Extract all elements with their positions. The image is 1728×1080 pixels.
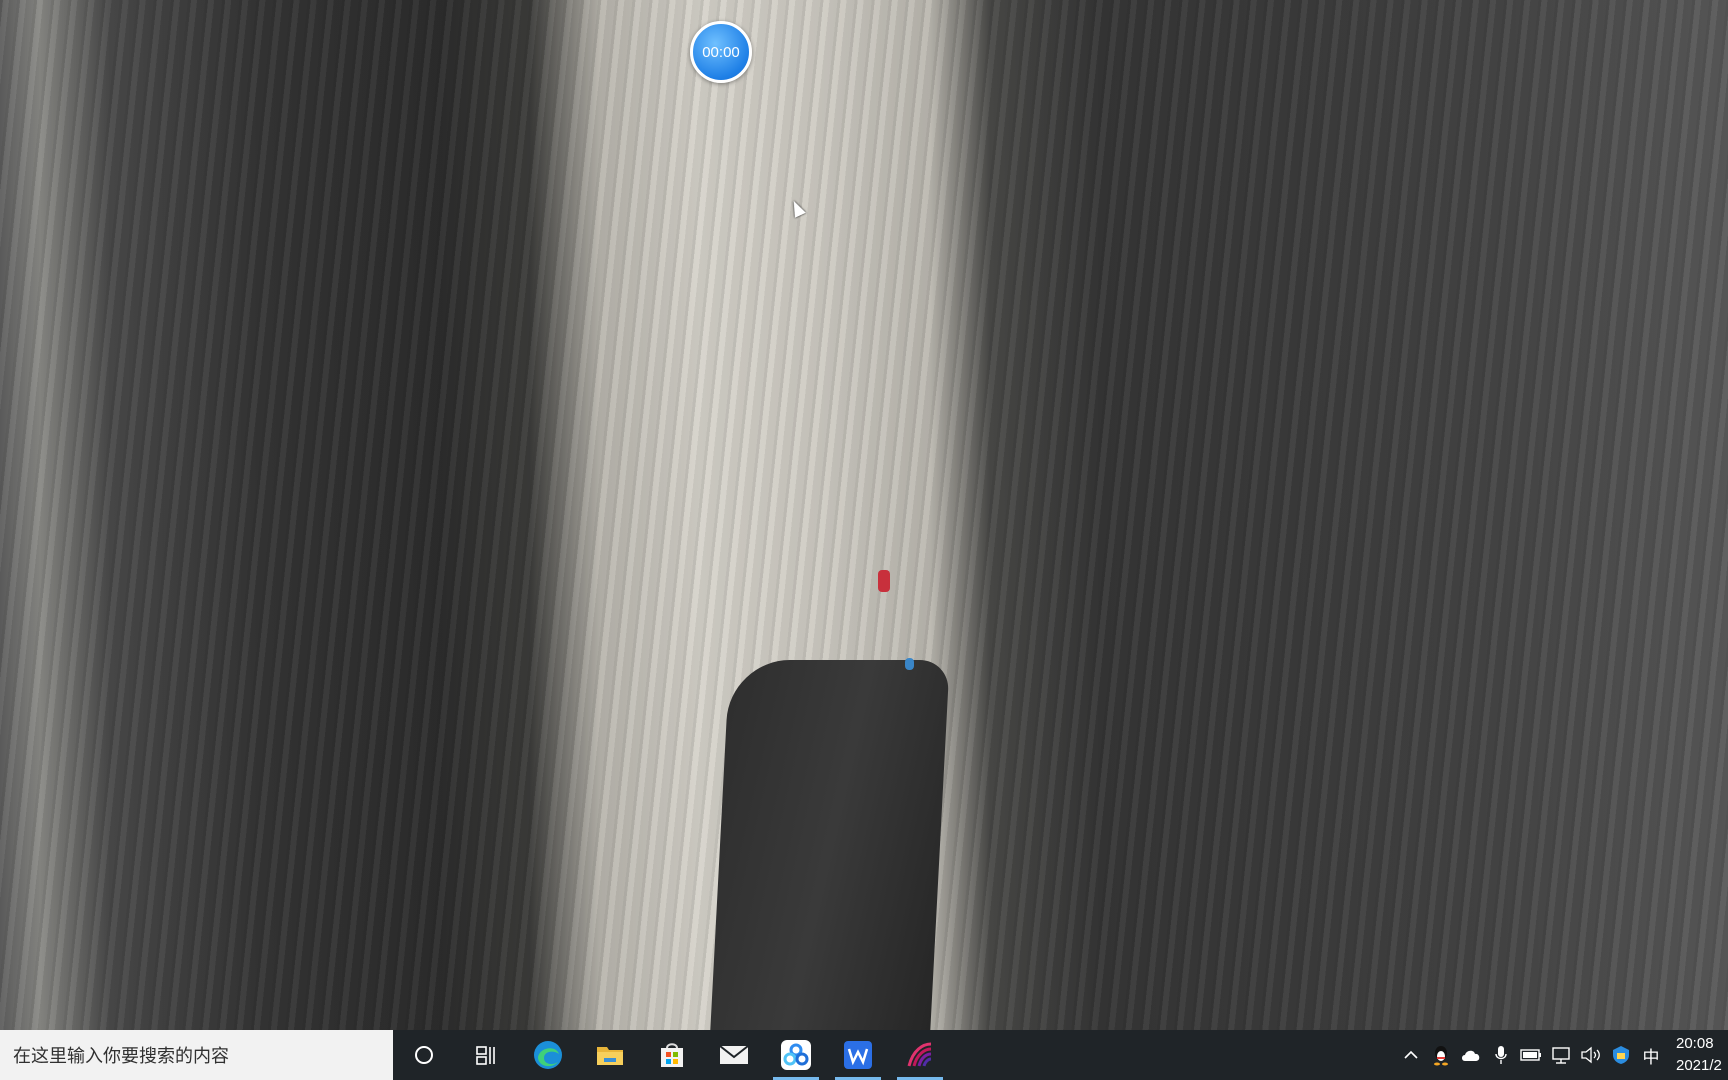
mail-icon bbox=[719, 1045, 749, 1064]
cloud-icon bbox=[1462, 1050, 1480, 1061]
file-explorer-button[interactable] bbox=[579, 1030, 641, 1080]
search-input[interactable]: 在这里输入你要搜索的内容 bbox=[0, 1030, 393, 1080]
network-icon bbox=[1552, 1047, 1570, 1064]
onedrive-tray-button[interactable] bbox=[1456, 1030, 1486, 1080]
wps-writer-icon bbox=[844, 1041, 872, 1069]
battery-tray-button[interactable] bbox=[1516, 1030, 1546, 1080]
floating-timer-widget[interactable]: 00:00 bbox=[690, 21, 752, 83]
microsoft-store-icon bbox=[661, 1043, 683, 1067]
timer-label: 00:00 bbox=[702, 43, 740, 61]
microphone-icon bbox=[1495, 1046, 1507, 1064]
edge-button[interactable] bbox=[517, 1030, 579, 1080]
wallpaper-rock bbox=[710, 660, 950, 1030]
mouse-cursor-icon bbox=[788, 198, 806, 218]
clock-date: 2021/2 bbox=[1676, 1057, 1722, 1074]
cortana-icon bbox=[415, 1046, 433, 1064]
microsoft-store-button[interactable] bbox=[641, 1030, 703, 1080]
security-shield-icon bbox=[1613, 1046, 1629, 1064]
taskbar: 在这里输入你要搜索的内容 中 20:08 2021/2 bbox=[0, 1030, 1728, 1080]
edge-icon bbox=[534, 1041, 562, 1069]
microphone-tray-button[interactable] bbox=[1486, 1030, 1516, 1080]
system-clock[interactable]: 20:08 2021/2 bbox=[1666, 1030, 1728, 1080]
volume-tray-button[interactable] bbox=[1576, 1030, 1606, 1080]
baidu-netdisk-button[interactable] bbox=[765, 1030, 827, 1080]
network-tray-button[interactable] bbox=[1546, 1030, 1576, 1080]
input-method-indicator[interactable]: 中 bbox=[1636, 1030, 1666, 1080]
task-view-icon bbox=[476, 1046, 495, 1065]
task-view-button[interactable] bbox=[455, 1030, 517, 1080]
app-icon bbox=[907, 1042, 932, 1067]
baidu-netdisk-icon bbox=[781, 1040, 811, 1070]
speaker-icon bbox=[1581, 1046, 1600, 1064]
qq-penguin-icon bbox=[1434, 1046, 1448, 1066]
search-placeholder: 在这里输入你要搜索的内容 bbox=[13, 1046, 229, 1066]
cortana-button[interactable] bbox=[393, 1030, 455, 1080]
ime-label: 中 bbox=[1642, 1047, 1660, 1067]
clock-time: 20:08 bbox=[1676, 1035, 1714, 1052]
battery-icon bbox=[1520, 1049, 1541, 1061]
security-tray-button[interactable] bbox=[1606, 1030, 1636, 1080]
wallpaper-climber bbox=[878, 570, 890, 592]
mail-button[interactable] bbox=[703, 1030, 765, 1080]
wallpaper-climber bbox=[905, 658, 914, 670]
wps-writer-button[interactable] bbox=[827, 1030, 889, 1080]
chevron-up-icon bbox=[1404, 1050, 1418, 1059]
system-tray: 中 20:08 2021/2 bbox=[1396, 1030, 1728, 1080]
qq-tray-button[interactable] bbox=[1426, 1030, 1456, 1080]
app-button[interactable] bbox=[889, 1030, 951, 1080]
desktop-wallpaper bbox=[0, 0, 1728, 1030]
show-hidden-icons-button[interactable] bbox=[1396, 1030, 1426, 1080]
file-explorer-icon bbox=[597, 1047, 623, 1065]
